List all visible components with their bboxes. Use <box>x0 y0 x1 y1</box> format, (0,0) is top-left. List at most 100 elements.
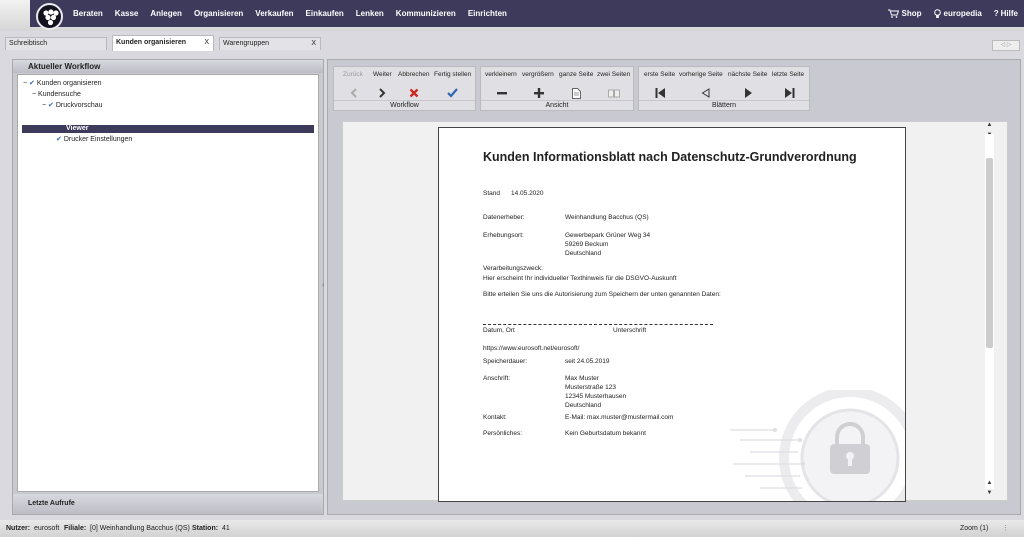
toolbar-group-workflow: Zurück Weiter Abbrechen Fertig stellen W… <box>333 66 476 111</box>
tree-item-druckvorschau[interactable]: − ✔ Druckvorschau <box>42 101 103 111</box>
group-label-ansicht: Ansicht <box>481 100 633 110</box>
zoom-in-label[interactable]: vergrößern <box>522 71 554 78</box>
toolbar-group-blaettern: erste Seite vorherige Seite nächste Seit… <box>638 66 810 111</box>
tab-scroll-arrows[interactable]: ◁ ▷ <box>992 40 1020 51</box>
zoom-out-label[interactable]: verkleinern <box>485 71 517 78</box>
tab-schreibtisch[interactable]: Schreibtisch <box>5 37 107 50</box>
viewer-scrollbar[interactable]: ▲ ▼ ▲ ▼ <box>985 120 994 500</box>
next-page-label[interactable]: nächste Seite <box>728 71 767 78</box>
lightbulb-icon <box>933 8 941 18</box>
website-url: https://www.eurosoft.net/eurosoft/ <box>483 345 580 352</box>
tab-warengruppen[interactable]: Warengruppen X <box>219 37 321 50</box>
plus-icon[interactable] <box>531 85 547 101</box>
shop-link[interactable]: Shop <box>887 9 922 18</box>
tree-item-kunden-organisieren[interactable]: − ✔ Kunden organisieren <box>23 79 101 89</box>
first-page-label[interactable]: erste Seite <box>644 71 675 78</box>
europedia-label: europedia <box>943 9 982 18</box>
menu-kasse[interactable]: Kasse <box>115 9 139 18</box>
panel-splitter-arrow-icon[interactable]: ‹ <box>322 280 325 289</box>
tree-item-label: Druckvorschau <box>55 102 103 109</box>
tab-close-button[interactable]: X <box>311 38 316 50</box>
document-viewer[interactable]: Kunden Informationsblatt nach Datenschut… <box>342 121 1008 502</box>
menu-lenken[interactable]: Lenken <box>356 9 384 18</box>
prev-page-label[interactable]: vorherige Seite <box>679 71 723 78</box>
scrollbar-thumb[interactable] <box>986 158 993 348</box>
menu-right: Shop europedia ? Hilfe <box>876 0 1018 27</box>
anschrift-line: Deutschland <box>565 402 602 409</box>
question-mark-icon: ? <box>993 9 999 18</box>
two-pages-label[interactable]: zwei Seiten <box>597 71 630 78</box>
checkmark-icon: ✔ <box>56 136 62 143</box>
menu-organisieren[interactable]: Organisieren <box>194 9 243 18</box>
tree-item-label: Drucker Einstellungen <box>63 136 133 143</box>
scroll-down-arrow-icon[interactable]: ▼ <box>985 490 994 496</box>
autorisierung-text: Bitte erteilen Sie uns die Autorisierung… <box>483 291 721 298</box>
recent-calls-bar[interactable]: Letzte Aufrufe <box>13 494 323 514</box>
back-label[interactable]: Zurück <box>343 71 363 78</box>
finish-check-icon[interactable] <box>444 85 460 101</box>
cancel-label[interactable]: Abbrechen <box>398 71 429 78</box>
forward-arrow-icon[interactable] <box>374 85 390 101</box>
stand-label: Stand <box>483 190 500 197</box>
menu-verkaufen[interactable]: Verkaufen <box>255 9 293 18</box>
group-label-workflow: Workflow <box>334 100 475 110</box>
back-arrow-icon[interactable] <box>346 85 362 101</box>
finish-label[interactable]: Fertig stellen <box>434 71 471 78</box>
viewer-panel: Zurück Weiter Abbrechen Fertig stellen W… <box>327 59 1021 515</box>
shop-label: Shop <box>901 9 922 18</box>
tab-close-button[interactable]: X <box>204 36 209 50</box>
scroll-up-arrow-icon[interactable]: ▲ <box>985 122 994 128</box>
next-label[interactable]: Weiter <box>373 71 392 78</box>
last-page-label[interactable]: letzte Seite <box>772 71 804 78</box>
scrollbar-track[interactable] <box>985 134 994 489</box>
menu-einkaufen[interactable]: Einkaufen <box>306 9 344 18</box>
menu-kommunizieren[interactable]: Kommunizieren <box>396 9 456 18</box>
main-menu: Beraten Kasse Anlegen Organisieren Verka… <box>73 0 519 27</box>
tree-item-label: Viewer <box>66 125 89 132</box>
status-bar: Nutzer: eurosoft Filiale: [0] Weinhandlu… <box>0 520 1024 537</box>
user-value: eurosoft <box>34 525 60 532</box>
two-pages-icon[interactable] <box>606 85 622 101</box>
speicherdauer-label: Speicherdauer: <box>483 358 528 365</box>
tree-item-drucker-einstellungen[interactable]: ✔ Drucker Einstellungen <box>56 135 132 145</box>
padlock-security-graphic-icon <box>730 390 905 501</box>
full-page-label[interactable]: ganze Seite <box>559 71 593 78</box>
tree-item-kundensuche[interactable]: − Kundensuche <box>32 90 81 100</box>
zweck-label: Verarbeitungszweck: <box>483 265 543 272</box>
app-logo[interactable] <box>36 3 63 30</box>
collapse-icon[interactable]: − <box>32 91 36 98</box>
resize-grip-icon[interactable]: ⋮ <box>1002 520 1009 537</box>
tree-item-viewer[interactable]: Viewer <box>66 124 88 134</box>
menu-anlegen[interactable]: Anlegen <box>150 9 182 18</box>
grapes-logo-icon <box>43 9 59 26</box>
scroll-up-arrow-icon[interactable]: ▲ <box>985 480 994 486</box>
speicherdauer-value: seit 24.05.2019 <box>565 358 610 365</box>
europedia-link[interactable]: europedia <box>933 8 982 19</box>
group-label-blaettern: Blättern <box>639 100 809 110</box>
tree-item-label: Kundensuche <box>38 91 81 98</box>
erhebungsort-line: 59269 Beckum <box>565 241 609 248</box>
menu-einrichten[interactable]: Einrichten <box>468 9 507 18</box>
tree-item-label: Kunden organisieren <box>36 80 102 87</box>
cancel-x-icon[interactable] <box>406 85 422 101</box>
prev-page-icon[interactable] <box>697 85 713 101</box>
workflow-panel: Aktueller Workflow − ✔ Kunden organisier… <box>12 59 324 515</box>
next-page-icon[interactable] <box>740 85 756 101</box>
page-icon[interactable] <box>568 85 584 101</box>
station-value: 41 <box>222 525 230 532</box>
first-page-icon[interactable] <box>652 85 668 101</box>
toolbar-group-ansicht: verkleinern vergrößern ganze Seite zwei … <box>480 66 634 111</box>
checkmark-icon: ✔ <box>29 80 35 87</box>
collapse-icon[interactable]: − <box>42 102 46 109</box>
collapse-icon[interactable]: − <box>23 80 27 87</box>
help-link[interactable]: ? Hilfe <box>994 9 1018 18</box>
station-label: Station: <box>192 525 219 532</box>
menu-beraten[interactable]: Beraten <box>73 9 103 18</box>
datum-ort-label: Datum, Ort <box>483 327 515 334</box>
tab-kunden-organisieren[interactable]: Kunden organisieren X <box>112 35 214 51</box>
tab-label: Warengruppen <box>223 40 270 47</box>
minus-icon[interactable] <box>494 85 510 101</box>
erhebungsort-line: Deutschland <box>565 250 602 257</box>
last-page-icon[interactable] <box>782 85 798 101</box>
persoenliches-label: Persönliches: <box>483 430 523 437</box>
